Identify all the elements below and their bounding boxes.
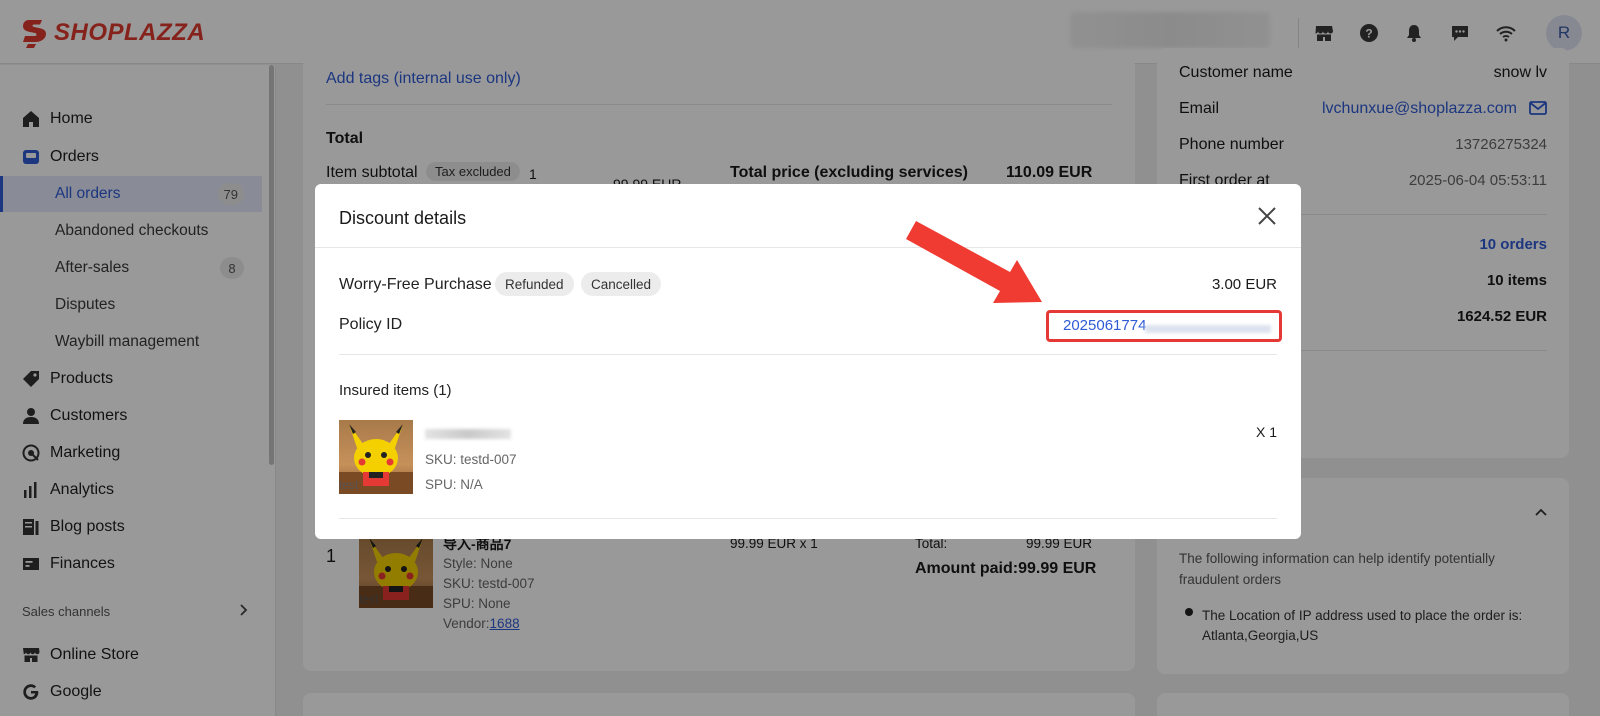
red-arrow-annotation: [906, 221, 1042, 303]
